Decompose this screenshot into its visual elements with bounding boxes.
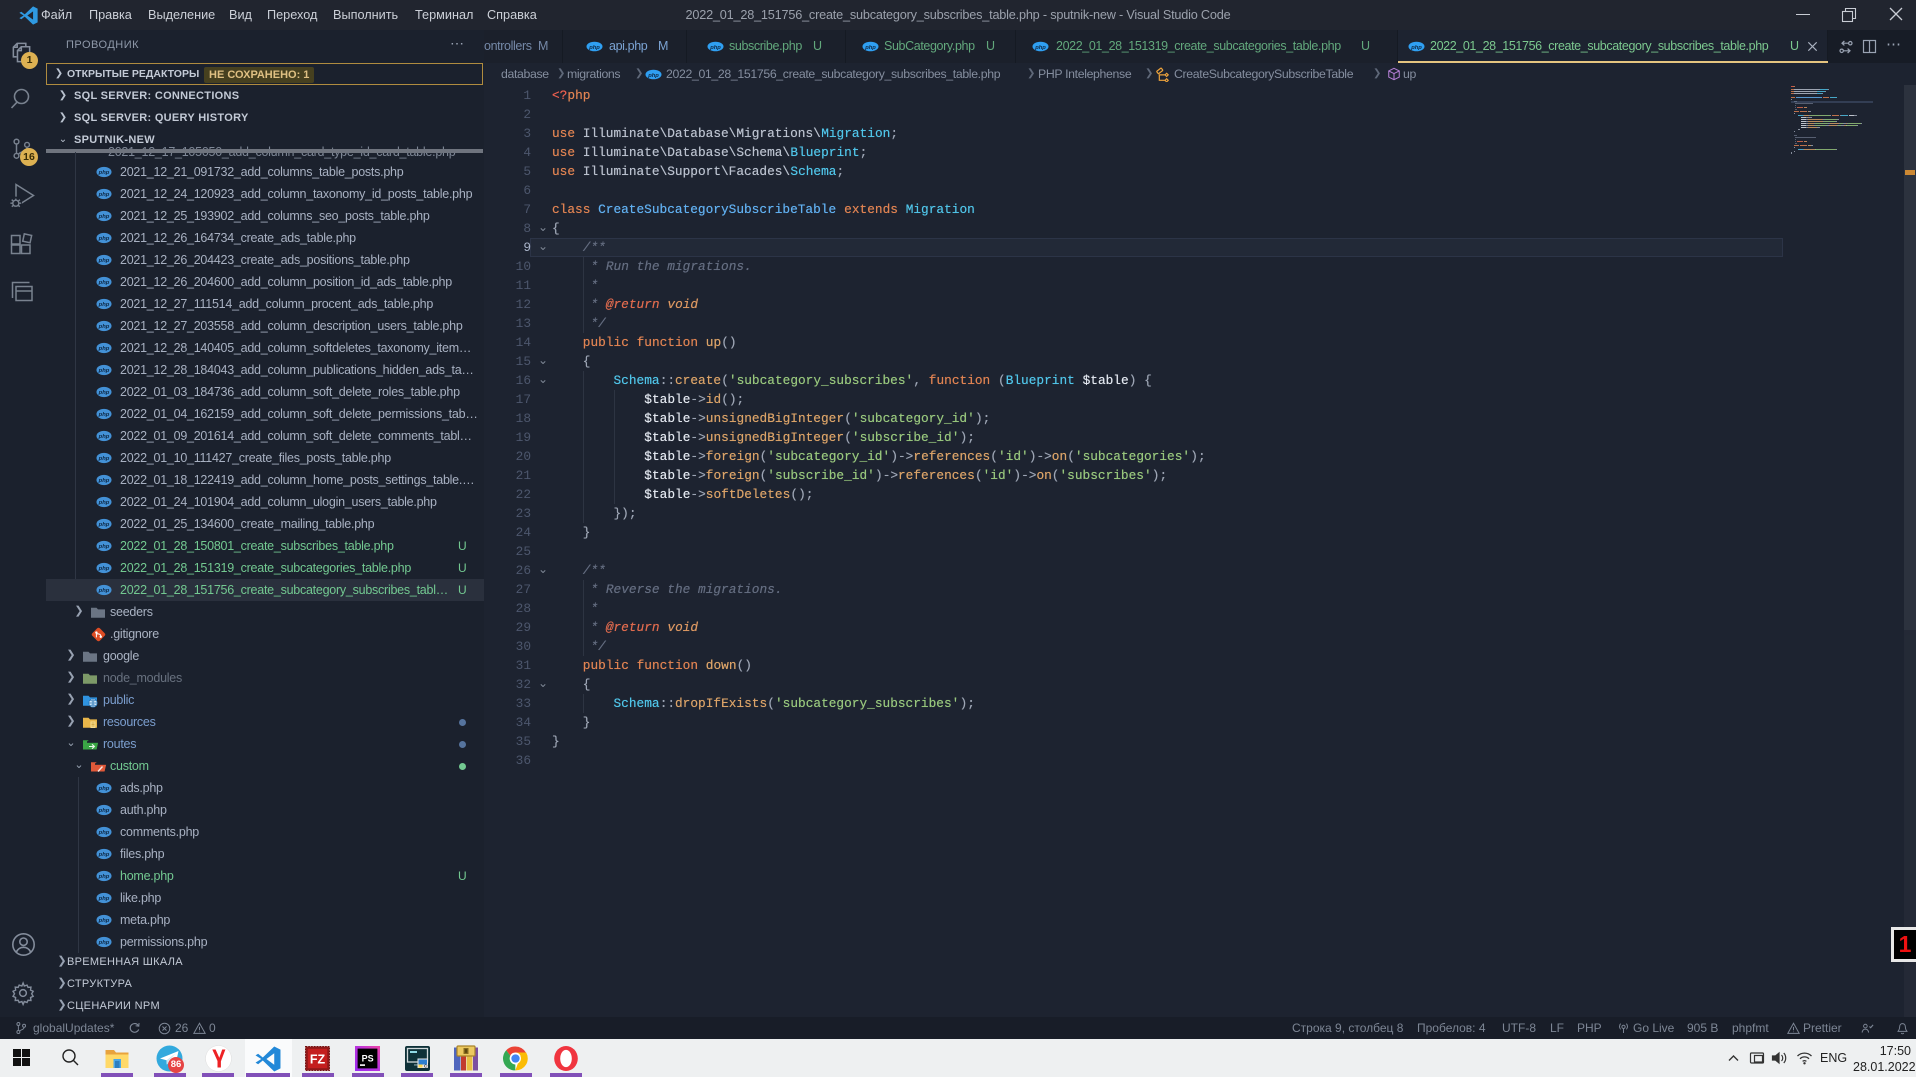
svg-text:FZ: FZ [310,1053,326,1067]
svg-text:php: php [98,500,110,506]
svg-text:php: php [98,588,110,594]
svg-text:php: php [98,566,110,572]
svg-text:php: php [98,830,110,836]
svg-text:php: php [98,808,110,814]
svg-text:php: php [1410,45,1422,51]
svg-text:php: php [98,478,110,484]
svg-text:php: php [98,280,110,286]
svg-text:php: php [98,390,110,396]
svg-text:php: php [98,324,110,330]
svg-text:php: php [98,940,110,946]
svg-text:php: php [98,236,110,242]
svg-text:php: php [98,214,110,220]
svg-text:PS: PS [362,1054,374,1064]
svg-text:php: php [98,412,110,418]
svg-text:php: php [98,852,110,858]
svg-text:php: php [98,522,110,528]
svg-text:php: php [98,170,110,176]
svg-text:php: php [98,346,110,352]
svg-text:php: php [709,45,721,51]
svg-text:php: php [98,456,110,462]
svg-text:php: php [98,302,110,308]
svg-text:php: php [588,45,600,51]
svg-text:php: php [98,918,110,924]
svg-text:php: php [98,896,110,902]
svg-text:php: php [1034,45,1046,51]
svg-text:php: php [647,73,659,79]
svg-text:php: php [98,786,110,792]
svg-text:C:: C: [424,1064,429,1069]
svg-text:php: php [98,368,110,374]
svg-text:php: php [864,45,876,51]
svg-text:php: php [98,434,110,440]
svg-text:php: php [98,192,110,198]
svg-text:php: php [98,874,110,880]
svg-text:php: php [98,258,110,264]
svg-text:php: php [98,544,110,550]
